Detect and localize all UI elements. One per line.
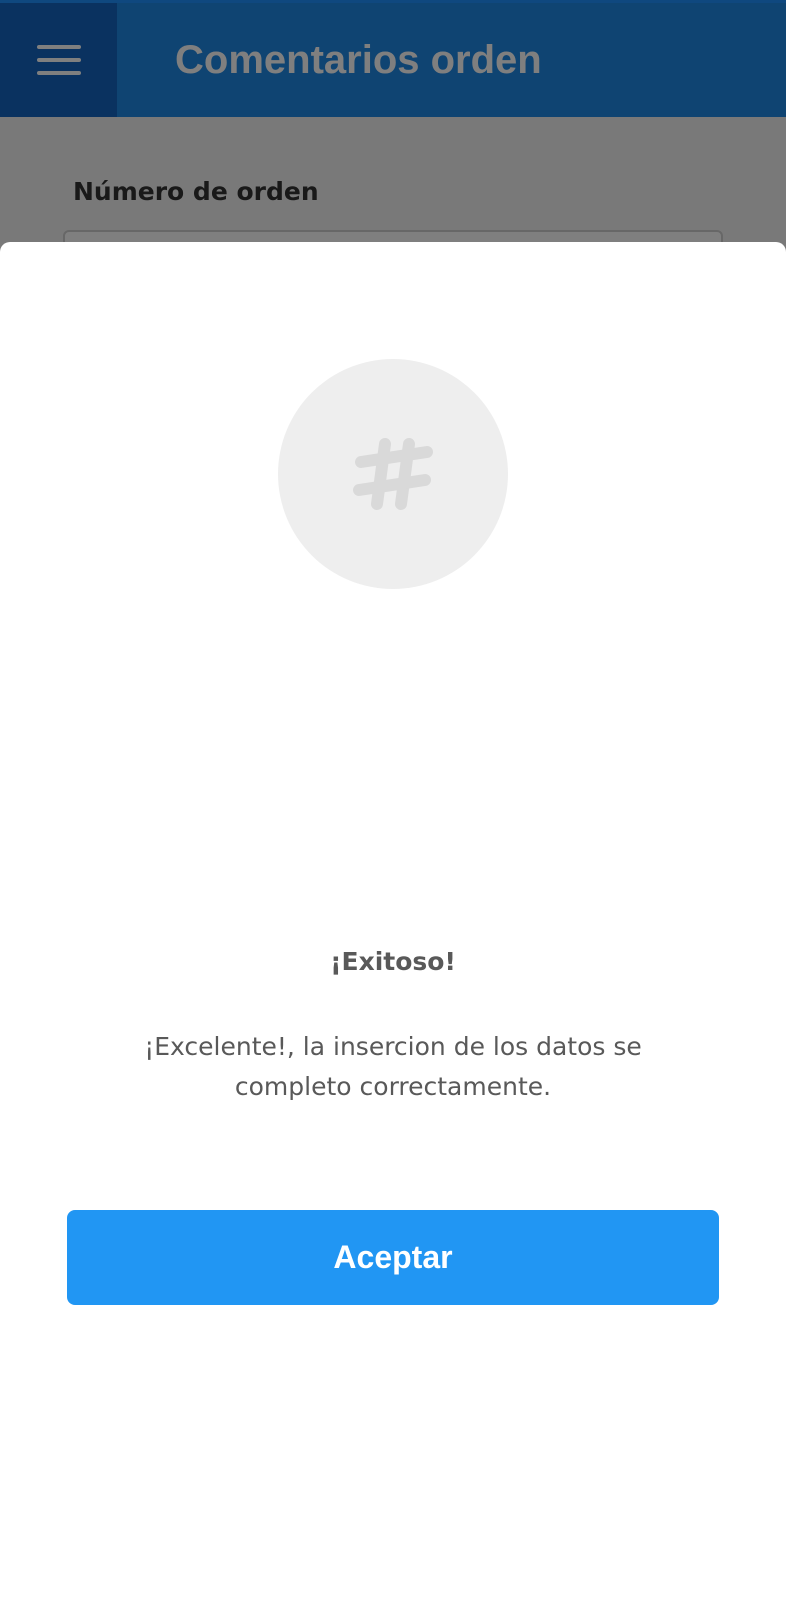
dialog-title: ¡Exitoso! xyxy=(330,947,456,976)
accept-button[interactable]: Aceptar xyxy=(67,1210,719,1305)
dialog-icon-circle xyxy=(278,359,508,589)
hashtag-icon xyxy=(353,438,433,510)
screen: Comentarios orden Número de orden ¡Exito… xyxy=(0,0,786,1600)
success-dialog: ¡Exitoso! ¡Excelente!, la insercion de l… xyxy=(0,242,786,1600)
dialog-message: ¡Excelente!, la insercion de los datos s… xyxy=(144,1032,642,1101)
